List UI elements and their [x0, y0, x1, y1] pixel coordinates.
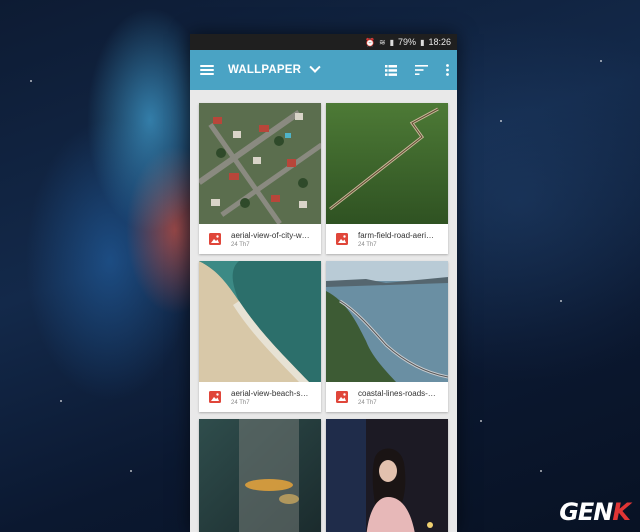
menu-icon[interactable]: [200, 65, 214, 75]
clock: 18:26: [428, 37, 451, 47]
thumbnail-portrait-woman: [326, 419, 448, 532]
file-date: 24 Th7: [231, 241, 250, 248]
file-date: 24 Th7: [358, 399, 377, 406]
file-info: aerial-view-beach-s… 24 Th7: [199, 382, 321, 412]
chevron-down-icon[interactable]: [309, 61, 321, 73]
image-icon: [336, 391, 348, 403]
thumbnail-coastal-road: [326, 261, 448, 382]
file-name: aerial-view-of-city-w…: [231, 230, 310, 240]
phone-screen: ⏰ ≋ ▮ 79% ▮ 18:26 WALLPAPER aerial-view-…: [190, 34, 457, 532]
thumbnail-farm-field-road: [326, 103, 448, 224]
signal-icon: ▮: [389, 37, 395, 47]
battery-icon: ▮: [420, 37, 425, 47]
thumbnail-blurred-building: [199, 419, 321, 532]
alarm-icon: ⏰: [364, 37, 375, 47]
file-name: farm-field-road-aeri…: [358, 230, 435, 240]
list-view-icon[interactable]: [385, 64, 397, 76]
image-icon: [209, 233, 221, 245]
file-date: 24 Th7: [231, 399, 250, 406]
status-bar: ⏰ ≋ ▮ 79% ▮ 18:26: [190, 34, 457, 50]
app-bar: WALLPAPER: [190, 50, 457, 90]
file-name: aerial-view-beach-s…: [231, 388, 309, 398]
more-vert-icon[interactable]: [446, 64, 449, 76]
file-info: aerial-view-of-city-w… 24 Th7: [199, 224, 321, 254]
wifi-icon: ≋: [378, 37, 386, 47]
file-card[interactable]: [326, 419, 448, 532]
image-icon: [336, 233, 348, 245]
file-info: farm-field-road-aeri… 24 Th7: [326, 224, 448, 254]
file-card[interactable]: coastal-lines-roads-… 24 Th7: [326, 261, 448, 412]
file-card[interactable]: [199, 419, 321, 532]
thumbnail-city-aerial: [199, 103, 321, 224]
file-grid: aerial-view-of-city-w… 24 Th7 farm-field…: [190, 90, 457, 532]
file-card[interactable]: aerial-view-of-city-w… 24 Th7: [199, 103, 321, 254]
battery-level: 79%: [398, 37, 417, 47]
watermark-logo: GENK: [559, 498, 631, 526]
file-card[interactable]: farm-field-road-aeri… 24 Th7: [326, 103, 448, 254]
image-icon: [209, 391, 221, 403]
file-card[interactable]: aerial-view-beach-s… 24 Th7: [199, 261, 321, 412]
folder-title[interactable]: WALLPAPER: [228, 64, 301, 76]
file-date: 24 Th7: [358, 241, 377, 248]
file-info: coastal-lines-roads-… 24 Th7: [326, 382, 448, 412]
file-name: coastal-lines-roads-…: [358, 388, 436, 398]
sort-icon[interactable]: [415, 65, 428, 75]
thumbnail-beach-aerial: [199, 261, 321, 382]
